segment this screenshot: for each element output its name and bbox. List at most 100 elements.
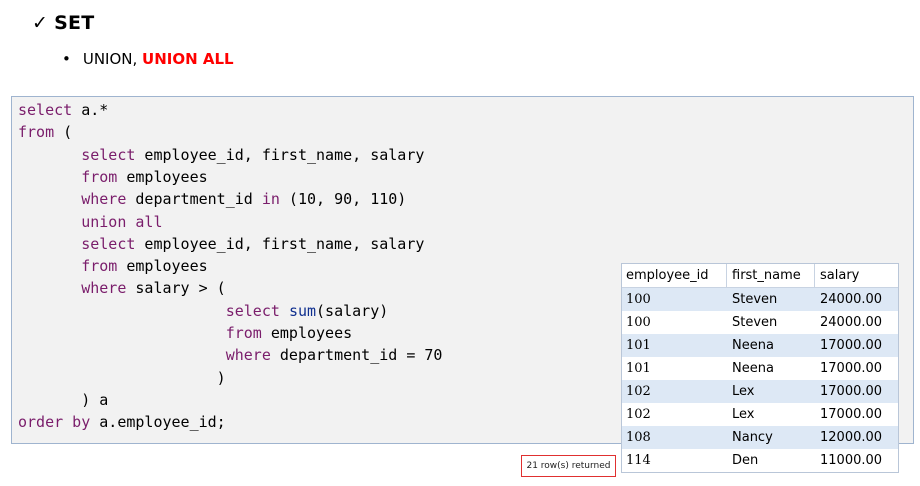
checkmark-icon: ✓ (32, 12, 49, 34)
table-row[interactable]: 101 Neena 17000.00 (622, 357, 898, 380)
result-body: 100 Steven 24000.00 100 Steven 24000.00 101 Nee… (622, 288, 898, 472)
column-header[interactable]: salary (815, 264, 898, 287)
code-line: ) a (18, 389, 108, 411)
table-row[interactable]: 100 Steven 24000.00 (622, 288, 898, 311)
bullet-icon: • (62, 50, 71, 68)
table-cell: 114 (626, 453, 651, 468)
sql-function: sum (288, 301, 317, 320)
rows-returned-status: 21 row(s) returned (521, 455, 616, 477)
code-line: select a.* (18, 99, 108, 121)
sql-keyword: select (18, 101, 73, 119)
bullet-item: • UNION, UNION ALL (62, 50, 234, 68)
table-cell: 12000.00 (820, 430, 883, 445)
table-cell: Neena (732, 338, 774, 353)
code-text: employees (117, 257, 208, 276)
table-cell: 108 (626, 430, 651, 445)
code-text: employee_id, first_name, salary (135, 234, 425, 253)
table-row[interactable]: 102 Lex 17000.00 (622, 403, 898, 426)
result-grid[interactable]: employee_id first_name salary 100 Steven 240… (621, 263, 899, 473)
code-line: from ( (18, 121, 72, 143)
table-row[interactable]: 114 Den 11000.00 (622, 449, 898, 472)
table-cell: Nancy (732, 430, 773, 445)
table-cell: Steven (732, 315, 778, 330)
code-line: where department_id in (10, 90, 110) (18, 188, 406, 210)
code-line: where department_id = 70 (18, 344, 443, 366)
code-line: from employees (18, 166, 208, 188)
bullet-highlight: UNION ALL (142, 50, 234, 68)
sql-keyword: from (18, 123, 55, 142)
code-line: union all (18, 211, 163, 233)
section-heading: ✓ SET (32, 12, 94, 34)
table-cell: 102 (626, 407, 651, 422)
code-text: department_id = 70 (270, 346, 443, 365)
table-cell: Steven (732, 292, 778, 307)
sql-keyword: where (225, 346, 271, 365)
table-cell: 101 (626, 338, 651, 353)
code-line: select employee_id, first_name, salary (18, 144, 424, 166)
section-title: SET (54, 12, 95, 34)
table-cell: 17000.00 (820, 338, 883, 353)
table-row[interactable]: 102 Lex 17000.00 (622, 380, 898, 403)
table-row[interactable]: 108 Nancy 12000.00 (622, 426, 898, 449)
table-cell: 101 (626, 361, 651, 376)
table-cell: Den (732, 453, 759, 468)
sql-keyword: order by (18, 413, 91, 432)
table-row[interactable]: 100 Steven 24000.00 (622, 311, 898, 334)
sql-keyword: from (225, 324, 262, 342)
code-line: where salary > ( (18, 277, 226, 299)
table-row[interactable]: 101 Neena 17000.00 (622, 334, 898, 357)
table-cell: 24000.00 (820, 315, 883, 330)
table-cell: 24000.00 (820, 292, 883, 307)
code-text: ) (18, 368, 226, 387)
bullet-text: UNION, (82, 50, 143, 68)
sql-keyword: from (81, 167, 118, 186)
code-text: department_id (126, 190, 262, 209)
code-text: employees (117, 167, 208, 186)
code-text: salary > ( (126, 279, 226, 298)
sql-keyword: union all (81, 212, 163, 231)
sql-keyword: where (81, 279, 127, 298)
code-line: select sum(salary) (18, 300, 389, 322)
code-line: order by a.employee_id; (18, 411, 226, 433)
sql-keyword: select (225, 301, 280, 320)
column-header[interactable]: first_name (727, 264, 815, 287)
code-line: select employee_id, first_name, salary (18, 233, 424, 255)
code-text: a.* (72, 101, 109, 119)
code-text: ) a (18, 390, 109, 409)
table-cell: 17000.00 (820, 361, 883, 376)
table-cell: Lex (732, 384, 755, 399)
code-text: (salary) (316, 301, 389, 320)
sql-keyword: from (81, 257, 118, 276)
result-header-row: employee_id first_name salary (622, 264, 898, 288)
table-cell: Lex (732, 407, 755, 422)
table-cell: 100 (626, 292, 651, 307)
table-cell: 11000.00 (820, 453, 883, 468)
sql-keyword: select (81, 234, 136, 253)
sql-keyword: in (261, 190, 280, 209)
sql-keyword: select (81, 145, 136, 164)
sql-keyword: where (81, 190, 127, 209)
table-cell: 102 (626, 384, 651, 399)
code-text: employee_id, first_name, salary (135, 145, 425, 164)
code-line: from employees (18, 255, 208, 277)
code-text: employees (261, 324, 353, 342)
code-text: (10, 90, 110) (279, 190, 407, 209)
code-text: ( (54, 123, 73, 142)
code-line: from employees (18, 322, 352, 344)
column-header[interactable]: employee_id (622, 264, 727, 287)
code-line: ) (18, 367, 226, 389)
table-cell: Neena (732, 361, 774, 376)
table-cell: 100 (626, 315, 651, 330)
code-text: a.employee_id; (90, 413, 226, 432)
